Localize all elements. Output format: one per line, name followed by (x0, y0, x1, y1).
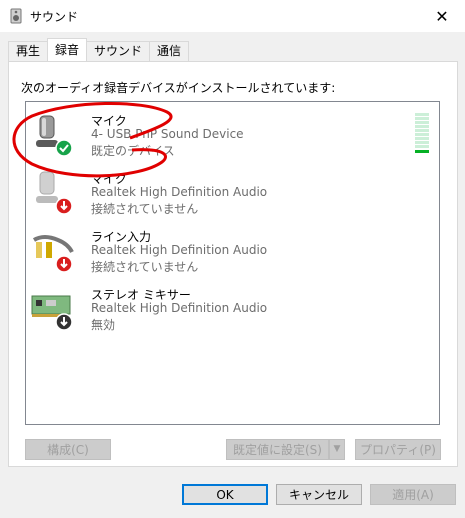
tab-playback[interactable]: 再生 (8, 41, 49, 61)
device-item[interactable]: ライン入力 Realtek High Definition Audio 接続され… (26, 222, 439, 280)
recording-panel: 次のオーディオ録音デバイスがインストールされています: マイク 4- USB P… (8, 61, 458, 467)
title-bar: サウンド ✕ (0, 0, 465, 32)
tab-sounds[interactable]: サウンド (86, 41, 151, 61)
device-status: 接続されていません (91, 202, 199, 216)
line-in-jack-icon (32, 235, 74, 273)
tab-recording[interactable]: 録音 (47, 38, 88, 61)
device-item[interactable]: ステレオ ミキサー Realtek High Definition Audio … (26, 280, 439, 338)
cancel-button[interactable]: キャンセル (276, 484, 362, 505)
close-icon: ✕ (435, 6, 449, 26)
device-list[interactable]: マイク 4- USB PnP Sound Device 既定のデバイス マイク … (12, 101, 440, 425)
level-meter (415, 113, 429, 153)
tab-communications[interactable]: 通信 (149, 41, 190, 61)
ok-button[interactable]: OK (182, 484, 268, 505)
window-title: サウンド (30, 10, 79, 24)
dialog-body: 再生 録音 サウンド 通信 次のオーディオ録音デバイスがインストールされています… (0, 32, 465, 518)
annotation-circle (12, 102, 173, 178)
level-meter-fill (415, 150, 429, 153)
chevron-down-icon: ▼ (333, 444, 341, 454)
properties-button[interactable]: プロパティ(P) (355, 439, 441, 460)
device-detail: Realtek High Definition Audio (91, 243, 268, 257)
device-status: 接続されていません (91, 260, 199, 274)
speaker-icon (10, 8, 22, 24)
device-status: 無効 (91, 318, 116, 332)
set-default-button[interactable]: 既定値に設定(S) (226, 439, 329, 460)
configure-button[interactable]: 構成(C) (25, 439, 111, 460)
panel-description: 次のオーディオ録音デバイスがインストールされています: (21, 81, 336, 95)
sound-card-icon (31, 295, 73, 331)
close-button[interactable]: ✕ (419, 0, 465, 32)
device-detail: Realtek High Definition Audio (91, 301, 268, 315)
apply-button[interactable]: 適用(A) (370, 484, 456, 505)
device-detail: Realtek High Definition Audio (91, 185, 268, 199)
tab-strip: 再生 録音 サウンド 通信 (8, 38, 190, 61)
set-default-dropdown[interactable]: ▼ (329, 439, 345, 460)
